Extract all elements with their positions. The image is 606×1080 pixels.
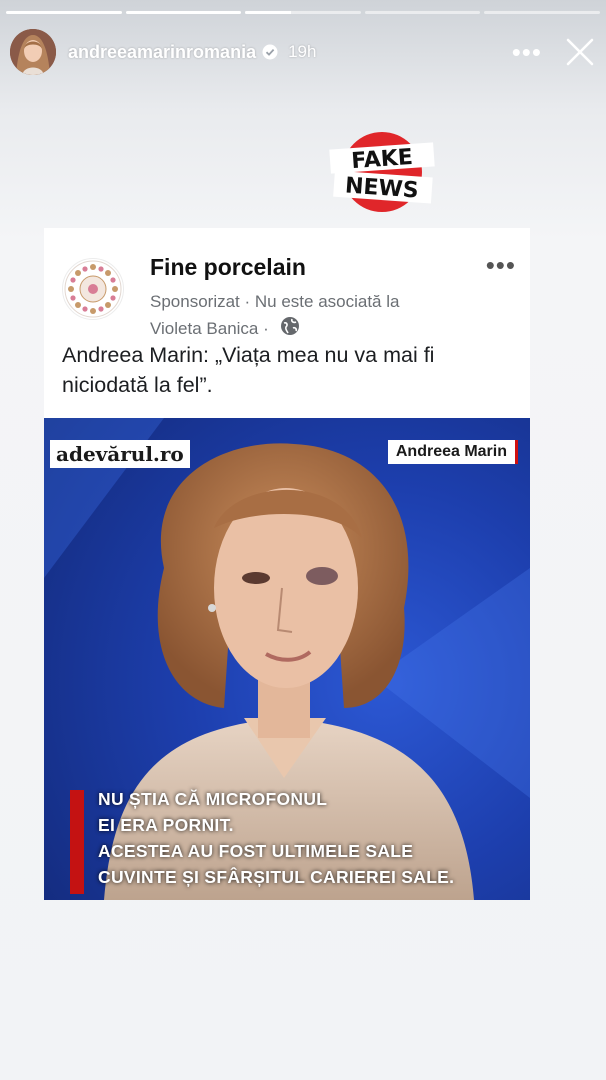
fake-news-sticker[interactable]: FAKE NEWS	[328, 126, 436, 216]
name-tag: Andreea Marin	[387, 440, 518, 464]
close-icon[interactable]	[564, 36, 596, 68]
story-username[interactable]: andreeamarinromania	[68, 42, 256, 63]
progress-segment-1	[6, 11, 122, 14]
more-options-icon[interactable]: •••	[512, 39, 542, 65]
caption-accent-bar	[70, 790, 84, 894]
progress-segment-4	[364, 11, 481, 14]
progress-segment-5	[484, 11, 600, 14]
story-header: andreeamarinromania 19h •••	[10, 28, 596, 76]
page-logo[interactable]	[62, 258, 124, 320]
post-text: Andreea Marin: „Viața mea nu va mai fi n…	[62, 343, 435, 397]
caption-line: ACESTEA AU FOST ULTIMELE SALE	[98, 841, 414, 861]
story-progress-bar	[6, 11, 600, 14]
caption-line: EI ERA PORNIT.	[98, 815, 234, 835]
progress-segment-3	[245, 11, 361, 14]
story-timestamp: 19h	[288, 42, 317, 61]
meta-line-1: Sponsorizat · Nu este asociată la	[150, 292, 400, 311]
caption-line: NU ȘTIA CĂ MICROFONUL	[98, 789, 328, 809]
sticker-fake-text: FAKE	[351, 145, 414, 174]
post-image[interactable]: adevărul.ro Andreea Marin NU ȘTIA CĂ MIC…	[44, 418, 530, 900]
image-caption: NU ȘTIA CĂ MICROFONUL EI ERA PORNIT. ACE…	[66, 780, 524, 896]
shared-post-card[interactable]: Fine porcelain ••• Sponsorizat · Nu este…	[44, 228, 530, 900]
meta-line-2: Violeta Banica ·	[150, 319, 269, 338]
post-more-options-icon[interactable]: •••	[486, 250, 516, 281]
post-header: Fine porcelain ••• Sponsorizat · Nu este…	[58, 242, 516, 338]
news-brand-logo: adevărul.ro	[50, 440, 190, 468]
avatar[interactable]	[10, 29, 56, 75]
progress-segment-2	[125, 11, 242, 14]
caption-line: CUVINTE ȘI SFÂRȘITUL CARIEREI SALE.	[98, 867, 455, 887]
post-meta: Sponsorizat · Nu este asociată la Violet…	[150, 288, 470, 344]
sticker-news-text: NEWS	[344, 173, 419, 203]
verified-badge-icon	[262, 44, 278, 60]
page-name[interactable]: Fine porcelain	[150, 254, 306, 281]
